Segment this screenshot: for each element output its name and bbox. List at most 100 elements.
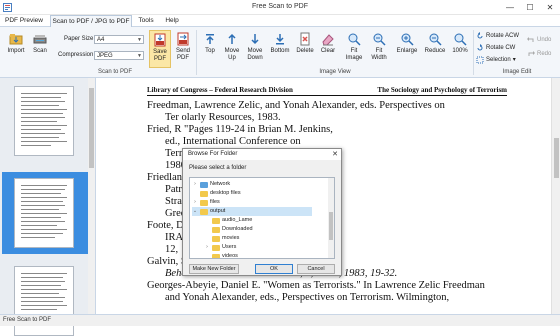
rotate-cw-label: Rotate CW	[486, 45, 516, 51]
expand-icon[interactable]: ›	[192, 198, 198, 207]
chevron-down-icon: ▼	[137, 53, 142, 59]
tab-tools[interactable]: Tools	[134, 15, 158, 27]
selection-icon	[476, 56, 484, 64]
status-bar: Free Scan to PDF	[0, 314, 560, 326]
collapse-icon[interactable]: ⌄	[192, 207, 198, 216]
menu-bar: PDF Preview Scan to PDF / JPG to PDF Too…	[0, 15, 560, 28]
doc-line: Freedman, Lawrence Zelic, and Yonah Alex…	[147, 100, 445, 111]
tree-node-network[interactable]: › Network	[192, 180, 230, 189]
send-pdf-button[interactable]: Send PDF	[173, 30, 193, 68]
doc-line: Georges-Abeyie, Daniel E. "Women as Terr…	[147, 280, 485, 291]
rotate-cw-button[interactable]: Rotate CW	[476, 43, 515, 53]
page-thumbnail[interactable]	[14, 86, 74, 156]
move-up-button[interactable]: Move Up	[222, 30, 242, 68]
tree-node-label: Users	[222, 244, 237, 250]
fit-width-label-2: Width	[371, 55, 387, 61]
arrow-up-icon	[228, 33, 236, 44]
save-pdf-label-2: PDF	[154, 56, 166, 62]
delete-icon	[300, 32, 310, 46]
ok-button[interactable]: OK	[255, 264, 293, 274]
dialog-prompt: Please select a folder	[189, 165, 247, 171]
tree-node-audio-lame[interactable]: audio_Lame	[204, 216, 252, 225]
dialog-close-button[interactable]: ✕	[332, 149, 338, 160]
tree-node-label: movies	[222, 235, 240, 241]
folder-tree-scrollbar[interactable]	[328, 178, 334, 258]
fit-width-label-1: Fit	[375, 48, 383, 54]
expand-icon[interactable]: ›	[204, 243, 210, 252]
tree-node-label: files	[210, 199, 220, 205]
folder-icon	[212, 217, 220, 224]
undo-label: Undo	[537, 37, 552, 43]
folder-tree: › Network desktop files › files ⌄ output au…	[189, 177, 335, 259]
cancel-button[interactable]: Cancel	[297, 264, 335, 274]
fit-width-button[interactable]: Fit Width	[368, 30, 390, 68]
close-button[interactable]: ✕	[540, 0, 560, 15]
bottom-button[interactable]: Bottom	[268, 30, 292, 68]
enlarge-button[interactable]: Enlarge	[394, 30, 420, 68]
redo-icon	[528, 51, 535, 56]
folder-icon	[212, 253, 220, 258]
group-label-image-view: Image View	[319, 69, 351, 75]
reduce-label: Reduce	[424, 48, 446, 54]
delete-button[interactable]: Delete	[294, 30, 316, 68]
send-pdf-label-1: Send	[175, 48, 190, 54]
scan-button[interactable]: Scan	[30, 30, 50, 68]
save-pdf-label-1: Save	[153, 49, 167, 55]
make-new-folder-button[interactable]: Make New Folder	[189, 264, 239, 274]
import-button[interactable]: Import	[4, 30, 28, 68]
maximize-button[interactable]: ☐	[520, 0, 540, 15]
browse-folder-dialog: Browse For Folder ✕ Please select a fold…	[182, 148, 342, 276]
chevron-down-icon: ▾	[512, 57, 516, 63]
tree-node-label: Downloaded	[222, 226, 253, 232]
tree-node-files[interactable]: › files	[192, 198, 220, 207]
tree-node-label: videos	[222, 253, 238, 259]
compression-label: Compression	[58, 52, 94, 58]
fit-image-button[interactable]: Fit Image	[344, 30, 364, 68]
doc-line: Ter olarly Resources, 1983.	[165, 112, 281, 123]
doc-line: and Yonah Alexander, eds., Perspectives …	[165, 292, 450, 303]
move-down-button[interactable]: Move Down	[244, 30, 266, 68]
document-scrollbar[interactable]	[551, 78, 560, 314]
window-title: Free Scan to PDF	[251, 3, 309, 10]
tab-pdf-preview[interactable]: PDF Preview	[2, 15, 46, 27]
thumbnail-scrollbar[interactable]	[88, 78, 95, 314]
tree-node-downloaded[interactable]: Downloaded	[204, 225, 253, 234]
enlarge-label: Enlarge	[396, 48, 418, 54]
zoom-in-icon	[401, 33, 414, 46]
tree-node-label: Network	[210, 181, 231, 187]
doc-line: 12,	[165, 244, 179, 255]
zoom-100-button[interactable]: 100%	[450, 30, 470, 68]
tree-node-output[interactable]: ⌄ output	[192, 207, 312, 216]
clear-button[interactable]: Clear	[318, 30, 338, 68]
redo-label: Redo	[537, 51, 552, 57]
compression-select[interactable]: JPEG ▼	[94, 51, 144, 60]
arrow-top-icon	[206, 34, 214, 44]
reduce-button[interactable]: Reduce	[422, 30, 448, 68]
ribbon: Import Scan Paper Size A4 ▼ Compression J…	[0, 27, 560, 78]
rotate-left-icon	[477, 32, 483, 39]
rotate-acw-button[interactable]: Rotate ACW	[476, 31, 519, 41]
folder-icon	[212, 226, 220, 233]
group-separator	[196, 30, 197, 75]
rotate-acw-label: Rotate ACW	[486, 33, 520, 39]
redo-button[interactable]: Redo	[527, 49, 551, 59]
save-pdf-button[interactable]: Save PDF	[149, 30, 171, 68]
fit-width-icon	[373, 33, 386, 46]
folder-icon	[200, 190, 208, 197]
undo-button[interactable]: Undo	[527, 35, 551, 45]
group-label-scan-to-pdf: Scan to PDF	[97, 69, 132, 75]
top-button[interactable]: Top	[200, 30, 220, 68]
tree-node-users[interactable]: › Users	[204, 243, 236, 252]
scan-label: Scan	[33, 48, 47, 54]
selection-button[interactable]: Selection ▾	[476, 55, 516, 65]
tree-node-movies[interactable]: movies	[204, 234, 239, 243]
page-thumbnail-selected[interactable]	[14, 178, 74, 248]
tree-node-desktop-files[interactable]: desktop files	[192, 189, 241, 198]
expand-icon[interactable]: ›	[192, 180, 198, 189]
scanner-icon	[33, 35, 47, 44]
delete-label: Delete	[296, 48, 314, 54]
tree-node-videos[interactable]: videos	[204, 252, 238, 259]
tab-help[interactable]: Help	[160, 15, 184, 27]
paper-size-select[interactable]: A4 ▼	[94, 35, 144, 44]
minimize-button[interactable]: —	[500, 0, 520, 15]
